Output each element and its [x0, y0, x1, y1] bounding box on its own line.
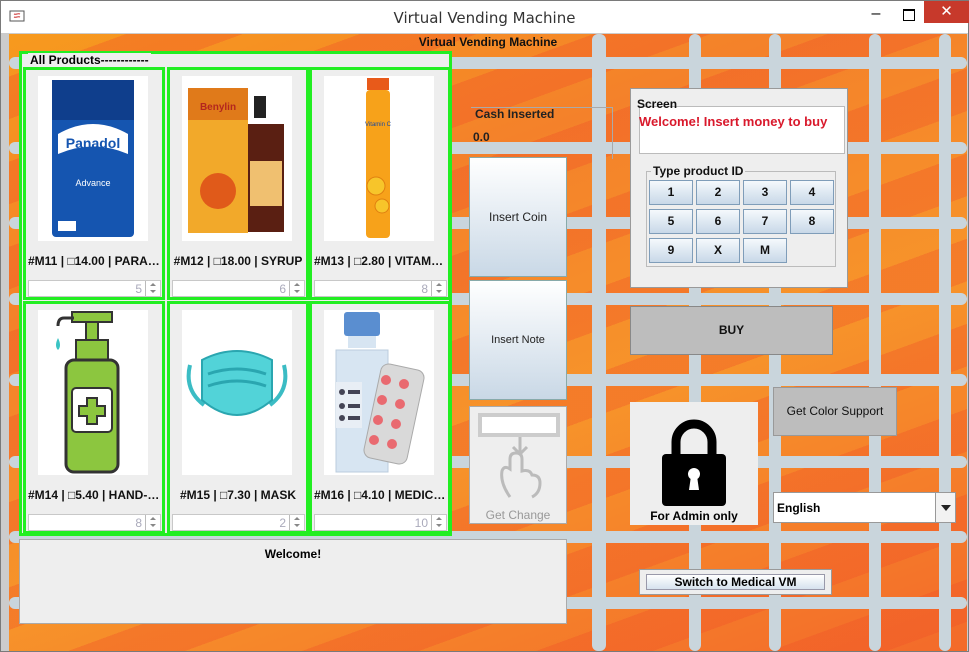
switch-vm-label: Switch to Medical VM [646, 574, 825, 590]
products-label: All Products------------ [28, 53, 151, 67]
stepper-arrows-icon[interactable] [431, 515, 446, 530]
key-2[interactable]: 2 [696, 180, 740, 205]
product-card[interactable]: Vitamin C #M13 | □2.80 | VITAMIC C 8 [309, 67, 451, 300]
chevron-down-icon[interactable] [935, 493, 955, 522]
lock-icon [662, 419, 726, 506]
quantity-stepper[interactable]: 5 [28, 280, 161, 297]
stepper-arrows-icon[interactable] [289, 515, 304, 530]
svg-text:Vitamin C: Vitamin C [365, 122, 392, 128]
quantity-value: 10 [414, 516, 428, 530]
quantity-value: 8 [421, 282, 428, 296]
key-5[interactable]: 5 [649, 209, 693, 234]
key-x[interactable]: X [696, 238, 740, 263]
admin-label: For Admin only [650, 509, 738, 523]
tap-hand-icon [500, 437, 542, 499]
title-bar: Virtual Vending Machine – ✕ [1, 1, 969, 33]
page-title: Virtual Vending Machine [418, 35, 558, 49]
key-m[interactable]: M [743, 238, 787, 263]
svg-text:Advance: Advance [75, 178, 110, 188]
welcome-panel: Welcome! [19, 539, 567, 624]
quantity-value: 5 [135, 282, 142, 296]
quantity-stepper[interactable]: 8 [28, 514, 161, 531]
product-card[interactable]: #M16 | □4.10 | MEDICINE 10 [309, 301, 451, 534]
stepper-arrows-icon[interactable] [145, 515, 160, 530]
product-card[interactable]: Panadol Advance #M11 | □14.00 | PARACETAM… [23, 67, 165, 300]
quantity-stepper[interactable]: 10 [314, 514, 447, 531]
screen-label: Screen [637, 97, 678, 111]
quantity-stepper[interactable]: 6 [172, 280, 305, 297]
get-change-button[interactable]: Get Change [469, 406, 567, 524]
medicine-bottle-icon [324, 310, 434, 475]
app-window: Virtual Vending Machine – ✕ Virtual Vend… [0, 0, 969, 652]
product-caption: #M11 | □14.00 | PARACETAMOL [28, 254, 162, 268]
product-caption: #M13 | □2.80 | VITAMIC C [314, 254, 448, 268]
quantity-stepper[interactable]: 2 [172, 514, 305, 531]
quantity-value: 6 [279, 282, 286, 296]
close-button[interactable]: ✕ [924, 1, 969, 23]
product-caption: #M12 | □18.00 | SYRUP [173, 254, 303, 268]
cough-syrup-icon: Benylin [182, 76, 292, 241]
welcome-text: Welcome! [264, 547, 322, 561]
product-caption: #M16 | □4.10 | MEDICINE [314, 488, 448, 502]
keypad: Type product ID 1 2 3 4 5 6 7 8 9 X M [646, 164, 836, 267]
buy-button[interactable]: BUY [630, 306, 833, 355]
svg-text:Panadol: Panadol [66, 135, 120, 151]
key-4[interactable]: 4 [790, 180, 834, 205]
quantity-value: 8 [135, 516, 142, 530]
quantity-value: 2 [279, 516, 286, 530]
get-change-label: Get Change [485, 508, 551, 522]
color-support-button[interactable]: Get Color Support [773, 387, 897, 436]
screen-message: Welcome! Insert money to buy [639, 114, 828, 129]
admin-button[interactable]: For Admin only [630, 402, 758, 525]
svg-text:Benylin: Benylin [200, 102, 236, 113]
language-select[interactable]: English [773, 492, 956, 523]
window-title: Virtual Vending Machine [393, 9, 576, 27]
hand-sanitizer-icon [38, 310, 148, 475]
key-6[interactable]: 6 [696, 209, 740, 234]
quantity-stepper[interactable]: 8 [314, 280, 447, 297]
main-panel: Virtual Vending Machine All Products----… [9, 34, 967, 651]
key-9[interactable]: 9 [649, 238, 693, 263]
panadol-box-icon: Panadol Advance [38, 76, 148, 241]
insert-coin-button[interactable]: Insert Coin [469, 157, 567, 277]
grid-bar [869, 34, 881, 651]
product-card[interactable]: Benylin #M12 | □18.00 | SYRUP 6 [167, 67, 309, 300]
keypad-label: Type product ID [651, 164, 746, 178]
minimize-button[interactable]: – [861, 1, 891, 29]
product-card[interactable]: #M14 | □5.40 | HAND-SANITIZER 8 [23, 301, 165, 534]
vitamin-tube-icon: Vitamin C [324, 76, 434, 241]
stepper-arrows-icon[interactable] [431, 281, 446, 296]
stepper-arrows-icon[interactable] [289, 281, 304, 296]
product-caption: #M14 | □5.40 | HAND-SANITIZER [28, 488, 162, 502]
cash-inserted-value: 0.0 [473, 130, 490, 144]
cash-inserted-label: Cash Inserted [475, 107, 555, 121]
switch-vm-button[interactable]: Switch to Medical VM [639, 569, 832, 595]
language-selected: English [777, 501, 821, 515]
face-mask-icon [182, 310, 292, 475]
stepper-arrows-icon[interactable] [145, 281, 160, 296]
products-panel: All Products------------ Panadol Advance … [19, 51, 452, 536]
product-card[interactable]: #M15 | □7.30 | MASK 2 [167, 301, 309, 534]
key-7[interactable]: 7 [743, 209, 787, 234]
grid-bar [939, 34, 951, 651]
screen-panel: Screen Welcome! Insert money to buy Type… [630, 88, 848, 288]
key-1[interactable]: 1 [649, 180, 693, 205]
maximize-button[interactable] [894, 1, 924, 29]
key-8[interactable]: 8 [790, 209, 834, 234]
insert-note-button[interactable]: Insert Note [469, 280, 567, 400]
key-3[interactable]: 3 [743, 180, 787, 205]
product-caption: #M15 | □7.30 | MASK [179, 488, 296, 502]
